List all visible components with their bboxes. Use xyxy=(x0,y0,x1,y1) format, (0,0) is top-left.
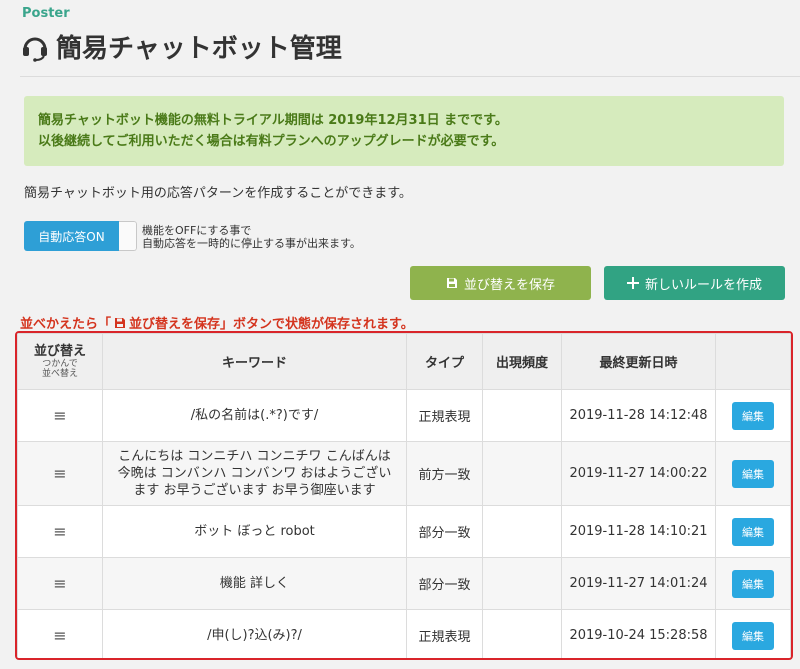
row-actions: 編集 xyxy=(715,441,791,506)
save-warning: 並べかえたら「 並び替えを保存 」ボタンで状態が保存されます。 xyxy=(20,313,414,332)
trial-notice: 簡易チャットボット機能の無料トライアル期間は 2019年12月31日 までです。… xyxy=(24,96,784,166)
row-type: 部分一致 xyxy=(406,557,483,610)
floppy-disk-icon xyxy=(115,317,126,328)
row-type: 部分一致 xyxy=(406,505,483,558)
row-drag-handle[interactable]: ≡ xyxy=(17,505,103,558)
row-type: 正規表現 xyxy=(406,389,483,442)
notice-line-1: 簡易チャットボット機能の無料トライアル期間は 2019年12月31日 までです。 xyxy=(38,113,508,128)
row-frequency xyxy=(482,389,562,442)
row-frequency xyxy=(482,609,562,658)
warning-button-name: 並び替えを保存 xyxy=(129,317,221,332)
save-order-button[interactable]: 並び替えを保存 xyxy=(410,266,591,300)
row-actions: 編集 xyxy=(715,557,791,610)
drag-handle-icon[interactable]: ≡ xyxy=(53,464,66,483)
page-title: 簡易チャットボット管理 xyxy=(56,34,342,64)
toggle-help-text: 機能をOFFにする事で 自動応答を一時的に停止する事が出来ます。 xyxy=(142,224,361,250)
header-sort-label: 並び替え xyxy=(33,344,86,359)
header-sort-sub-2: 並べ替え xyxy=(41,369,78,379)
row-keyword: /私の名前は(.*?)です/ xyxy=(102,389,407,442)
table-header-row: 並び替え つかんで 並べ替え キーワード タイプ 出現頻度 最終更新日時 xyxy=(17,333,791,390)
header-keyword: キーワード xyxy=(102,333,407,390)
drag-handle-icon[interactable]: ≡ xyxy=(53,406,66,425)
header-sort: 並び替え つかんで 並べ替え xyxy=(17,333,103,390)
table-row: ≡ 機能 詳しく 部分一致 2019-11-27 14:01:24 編集 xyxy=(17,557,791,610)
row-actions: 編集 xyxy=(715,389,791,442)
header-actions xyxy=(715,333,791,390)
edit-button[interactable]: 編集 xyxy=(732,401,774,430)
drag-handle-icon[interactable]: ≡ xyxy=(53,522,66,541)
edit-button[interactable]: 編集 xyxy=(732,621,774,650)
row-updated: 2019-11-27 14:01:24 xyxy=(561,557,716,610)
page-header: 簡易チャットボット管理 xyxy=(20,28,342,65)
row-drag-handle[interactable]: ≡ xyxy=(17,557,103,610)
header-frequency: 出現頻度 xyxy=(482,333,562,390)
edit-button[interactable]: 編集 xyxy=(732,459,774,488)
row-frequency xyxy=(482,505,562,558)
header-type: タイプ xyxy=(406,333,483,390)
notice-line-2: 以後継続してご利用いただく場合は有料プランへのアップグレードが必要です。 xyxy=(38,134,505,149)
row-type: 正規表現 xyxy=(406,609,483,658)
headset-icon xyxy=(23,37,47,62)
header-sort-sub-1: つかんで xyxy=(42,359,78,369)
row-frequency xyxy=(482,441,562,506)
table-row: ≡ こんにちは コンニチハ コンニチワ こんばんは 今晩は コンバンハ コンバン… xyxy=(17,441,791,506)
toggle-help-line-2: 自動応答を一時的に停止する事が出来ます。 xyxy=(142,237,361,250)
row-keyword: /申(し)?込(み)?/ xyxy=(102,609,407,658)
row-type: 前方一致 xyxy=(406,441,483,506)
warning-suffix: 」ボタンで状態が保存されます。 xyxy=(220,317,414,332)
save-order-label: 並び替えを保存 xyxy=(463,277,555,293)
create-rule-label: 新しいルールを作成 xyxy=(644,277,762,293)
row-drag-handle[interactable]: ≡ xyxy=(17,441,103,506)
row-updated: 2019-11-28 14:12:48 xyxy=(561,389,716,442)
row-keyword: 機能 詳しく xyxy=(102,557,407,610)
row-keyword: ボット ぼっと robot xyxy=(102,505,407,558)
drag-handle-icon[interactable]: ≡ xyxy=(53,626,66,645)
table-row: ≡ /申(し)?込(み)?/ 正規表現 2019-10-24 15:28:58 … xyxy=(17,609,791,658)
row-updated: 2019-11-28 14:10:21 xyxy=(561,505,716,558)
row-actions: 編集 xyxy=(715,505,791,558)
toggle-label: 自動応答ON xyxy=(24,221,119,251)
page-description: 簡易チャットボット用の応答パターンを作成することができます。 xyxy=(24,186,412,201)
rules-table: 並び替え つかんで 並べ替え キーワード タイプ 出現頻度 最終更新日時 ≡ /… xyxy=(17,333,791,658)
create-rule-button[interactable]: 新しいルールを作成 xyxy=(604,266,785,300)
header-updated: 最終更新日時 xyxy=(561,333,716,390)
drag-handle-icon[interactable]: ≡ xyxy=(53,574,66,593)
brand-name: Poster xyxy=(22,6,70,21)
row-frequency xyxy=(482,557,562,610)
row-drag-handle[interactable]: ≡ xyxy=(17,389,103,442)
row-updated: 2019-11-27 14:00:22 xyxy=(561,441,716,506)
row-drag-handle[interactable]: ≡ xyxy=(17,609,103,658)
row-actions: 編集 xyxy=(715,609,791,658)
table-row: ≡ /私の名前は(.*?)です/ 正規表現 2019-11-28 14:12:4… xyxy=(17,389,791,442)
header-divider xyxy=(20,76,800,77)
row-updated: 2019-10-24 15:28:58 xyxy=(561,609,716,658)
toggle-help-line-1: 機能をOFFにする事で xyxy=(142,224,252,237)
rules-table-frame: 並び替え つかんで 並べ替え キーワード タイプ 出現頻度 最終更新日時 ≡ /… xyxy=(15,331,793,660)
toggle-knob[interactable] xyxy=(119,221,137,251)
floppy-disk-icon xyxy=(446,277,458,289)
warning-prefix: 並べかえたら「 xyxy=(20,317,112,332)
edit-button[interactable]: 編集 xyxy=(732,569,774,598)
table-row: ≡ ボット ぼっと robot 部分一致 2019-11-28 14:10:21… xyxy=(17,505,791,558)
plus-icon xyxy=(626,277,639,289)
row-keyword: こんにちは コンニチハ コンニチワ こんばんは 今晩は コンバンハ コンバンワ … xyxy=(102,441,407,506)
auto-reply-toggle[interactable]: 自動応答ON xyxy=(24,221,137,251)
edit-button[interactable]: 編集 xyxy=(732,517,774,546)
